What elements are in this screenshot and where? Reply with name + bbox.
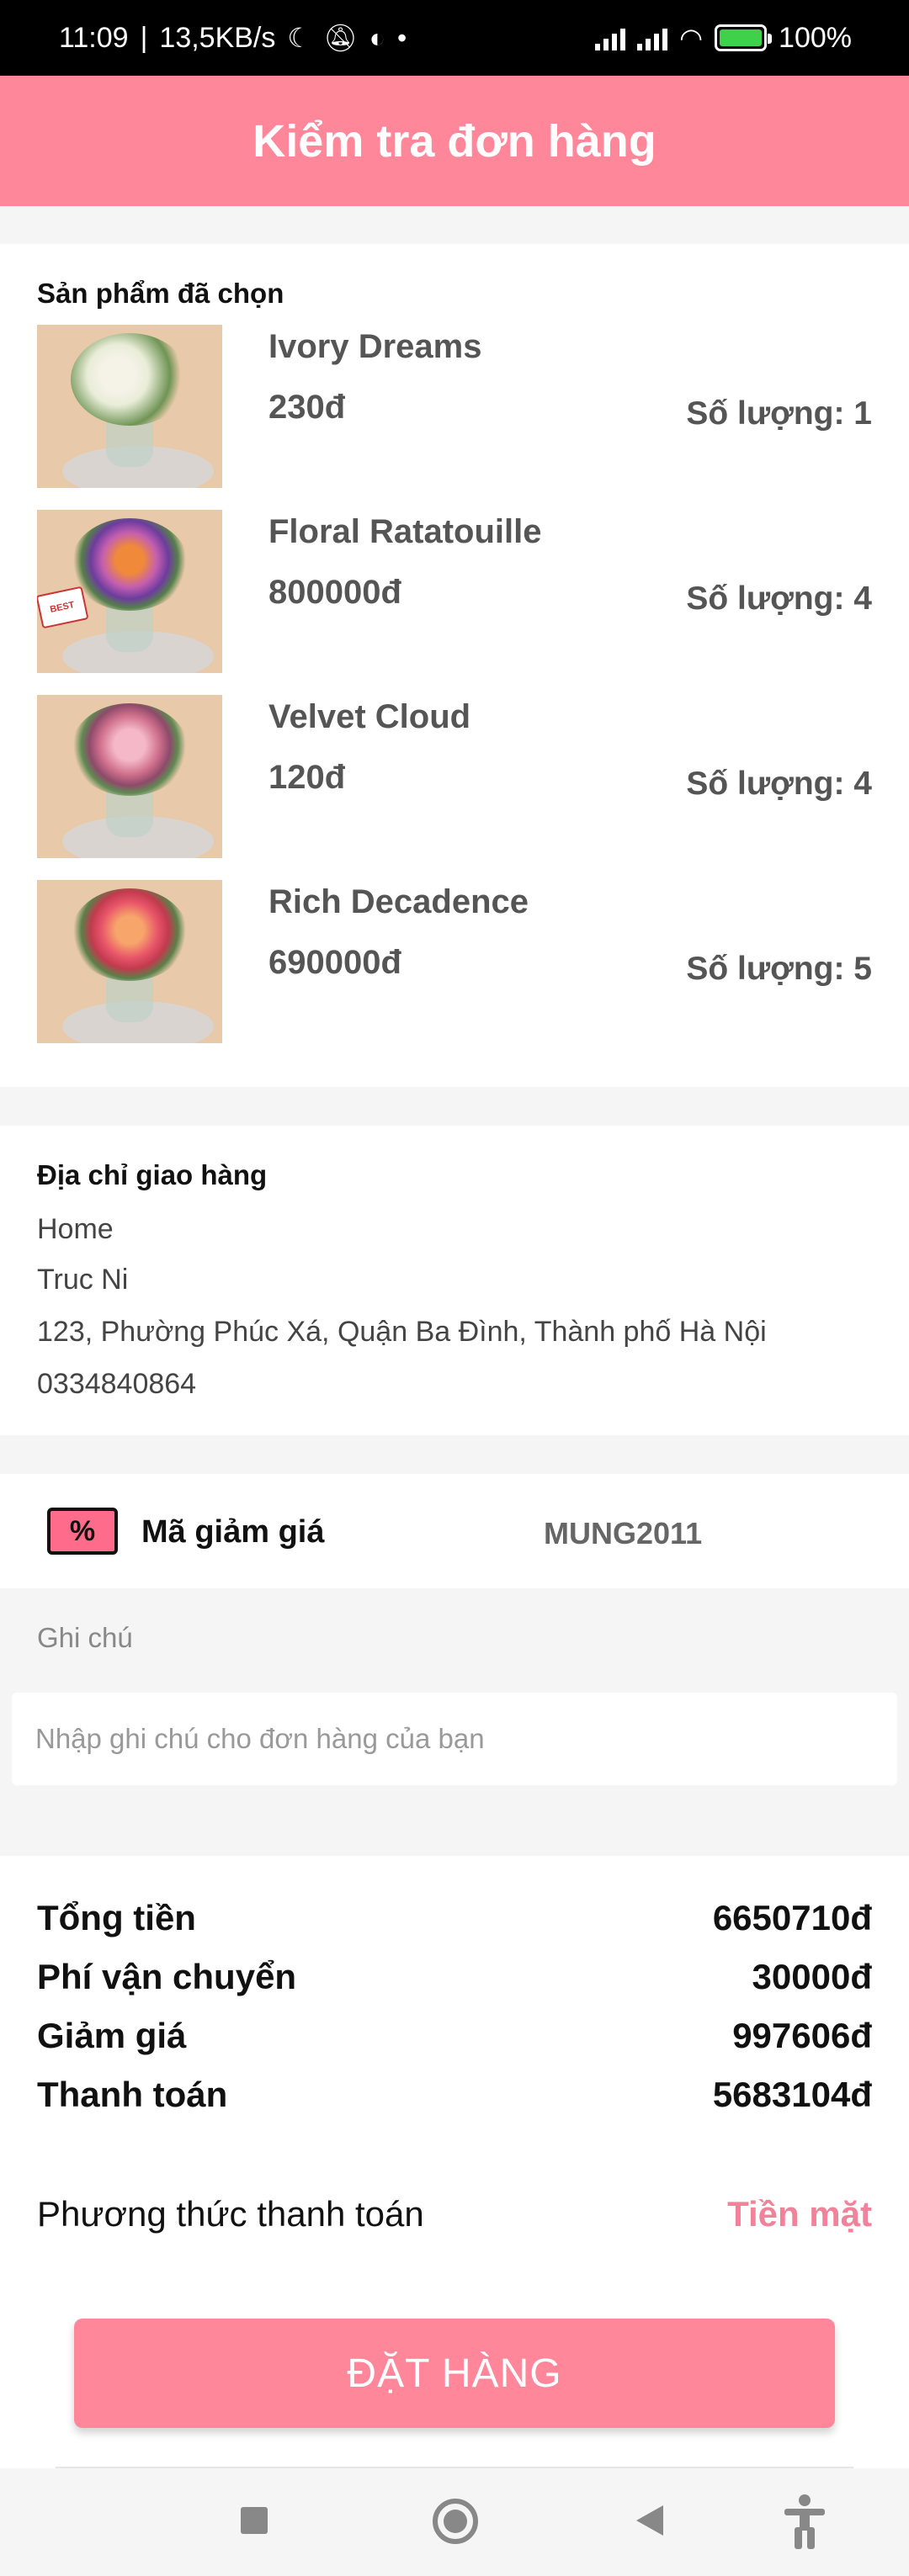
address-recipient: Truc Ni [37, 1264, 129, 1296]
note-label: Ghi chú [37, 1622, 133, 1653]
shipping-label: Phí vận chuyển [37, 1957, 297, 1996]
payment-row: Thanh toán 5683104đ [37, 2075, 872, 2115]
discount-ticket-icon: % [47, 1508, 118, 1555]
product-price: 690000đ [268, 944, 401, 981]
product-name: Ivory Dreams [268, 328, 482, 365]
back-icon[interactable] [636, 2505, 663, 2536]
coupon-row[interactable]: % Mã giảm giá MUNG2011 [0, 1474, 909, 1588]
contrast-icon: ◐ [369, 23, 386, 53]
app-header: Kiểm tra đơn hàng [0, 76, 909, 206]
battery-percent: 100% [779, 21, 852, 54]
payment-label: Thanh toán [37, 2075, 228, 2114]
status-time: 11:09 [59, 21, 129, 54]
products-card: Sản phẩm đã chọn Ivory Dreams 230đ Số lư… [0, 244, 909, 1087]
recent-apps-icon[interactable] [241, 2507, 268, 2534]
bell-off-icon: 🔕︎ [323, 23, 358, 53]
discount-label: Giảm giá [37, 2016, 187, 2055]
product-price: 800000đ [268, 574, 401, 611]
signal-icon-2 [637, 25, 668, 50]
battery-icon [715, 24, 773, 51]
product-name: Floral Ratatouille [268, 513, 542, 550]
product-name: Velvet Cloud [268, 698, 471, 735]
address-label: Home [37, 1213, 114, 1245]
shipping-row: Phí vận chuyển 30000đ [37, 1957, 872, 1997]
product-item[interactable]: BEST Floral Ratatouille 800000đ Số lượng… [37, 510, 872, 673]
system-nav-bar [0, 2468, 909, 2576]
coupon-code: MUNG2011 [544, 1516, 703, 1550]
product-item[interactable]: Velvet Cloud 120đ Số lượng: 4 [37, 695, 872, 858]
product-quantity: Số lượng: 4 [686, 766, 872, 802]
nav-divider [56, 2467, 853, 2468]
signal-icon [595, 25, 626, 50]
product-image [37, 695, 222, 858]
total-label: Tổng tiền [37, 1898, 196, 1937]
product-item[interactable]: Rich Decadence 690000đ Số lượng: 5 [37, 880, 872, 1043]
dot-icon: • [397, 23, 407, 53]
wifi-icon: ◠ [679, 23, 704, 53]
address-street: 123, Phường Phúc Xá, Quận Ba Đình, Thành… [37, 1316, 767, 1348]
products-section-title: Sản phẩm đã chọn [37, 278, 284, 309]
product-price: 120đ [268, 759, 346, 796]
address-section-title: Địa chỉ giao hàng [37, 1159, 268, 1190]
note-input[interactable] [12, 1693, 897, 1785]
discount-value: 997606đ [732, 2016, 872, 2055]
status-bar: 11:09 | 13,5KB/s ☾ 🔕︎ ◐ • ◠ 100% [0, 0, 909, 76]
address-card[interactable]: Địa chỉ giao hàng Home Truc Ni 123, Phườ… [0, 1126, 909, 1435]
product-name: Rich Decadence [268, 883, 529, 920]
status-network-speed: 13,5KB/s [159, 21, 276, 54]
product-image [37, 325, 222, 488]
total-value: 6650710đ [712, 1898, 872, 1937]
shipping-value: 30000đ [752, 1957, 872, 1996]
product-image [37, 880, 222, 1043]
total-row: Tổng tiền 6650710đ [37, 1898, 872, 1938]
place-order-button[interactable]: ĐẶT HÀNG [74, 2319, 835, 2428]
moon-icon: ☾ [287, 23, 312, 53]
payment-method-label: Phương thức thanh toán [37, 2194, 424, 2234]
product-quantity: Số lượng: 4 [686, 580, 872, 617]
payment-value: 5683104đ [712, 2075, 872, 2114]
product-quantity: Số lượng: 5 [686, 951, 872, 987]
coupon-label: Mã giảm giá [141, 1514, 325, 1550]
accessibility-icon[interactable] [781, 2494, 828, 2549]
address-phone: 0334840864 [37, 1368, 197, 1400]
bestseller-badge-icon: BEST [37, 586, 89, 629]
product-quantity: Số lượng: 1 [686, 395, 872, 432]
payment-method-row[interactable]: Phương thức thanh toán Tiền mặt [37, 2194, 872, 2234]
product-image: BEST [37, 510, 222, 673]
home-icon[interactable] [433, 2499, 478, 2544]
product-price: 230đ [268, 389, 346, 426]
product-item[interactable]: Ivory Dreams 230đ Số lượng: 1 [37, 325, 872, 488]
page-title: Kiểm tra đơn hàng [252, 115, 656, 167]
payment-method-value[interactable]: Tiền mặt [727, 2194, 872, 2234]
discount-row: Giảm giá 997606đ [37, 2016, 872, 2056]
